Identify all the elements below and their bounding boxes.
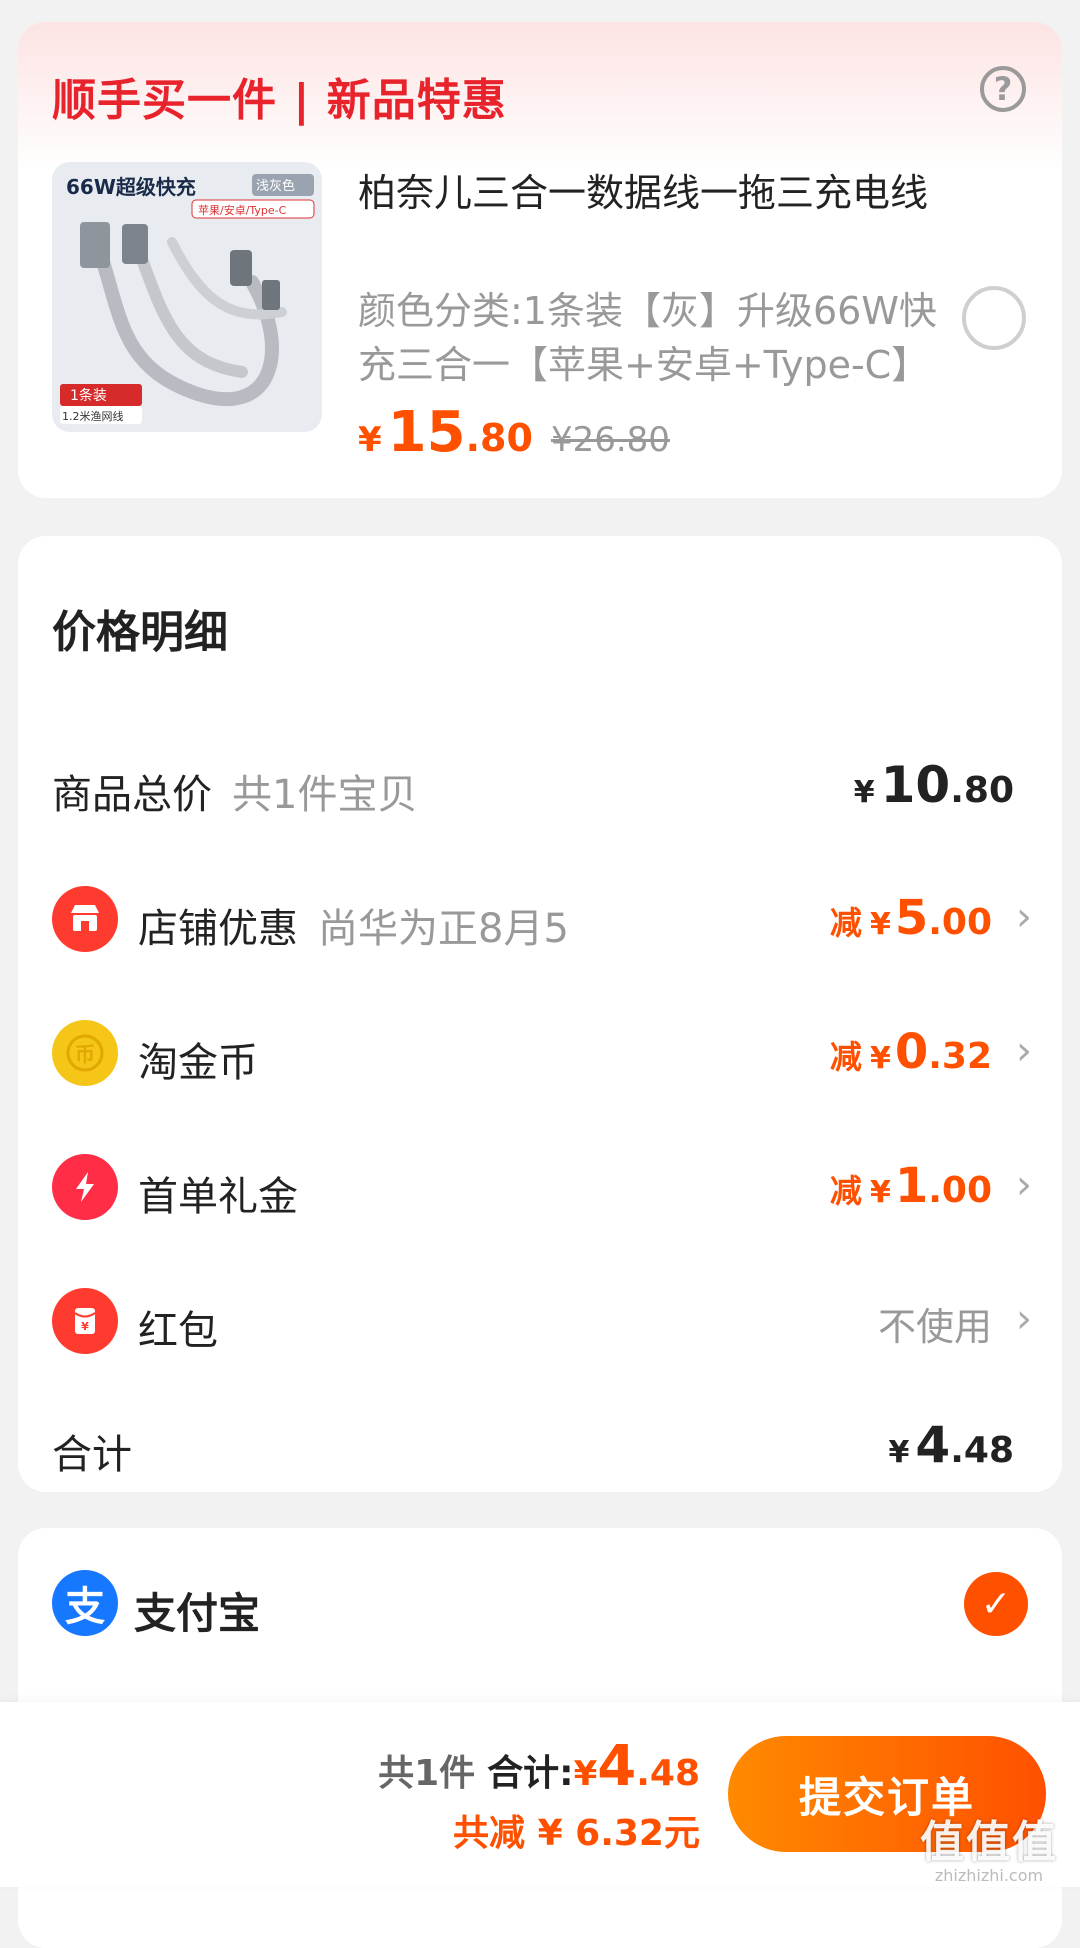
store-discount-value: 减 ¥ 5 .00 (830, 890, 992, 946)
addon-title: 顺手买一件 | 新品特惠 (52, 75, 507, 126)
sum-label: 合计 (52, 1432, 132, 1478)
first-order-dec: .00 (928, 1170, 992, 1211)
addon-select-radio[interactable] (962, 286, 1026, 350)
coins-dec: .32 (928, 1036, 992, 1077)
first-order-yen: ¥ (869, 1175, 891, 1210)
product-price: ¥ 15 .80 ¥26.80 (358, 400, 670, 465)
first-order-label: 首单礼金 (138, 1174, 298, 1220)
red-packet-icon: ¥ (52, 1288, 118, 1354)
chevron-right-icon: › (1016, 1028, 1032, 1074)
bottom-bar: 共1件 合计: ¥ 4 .48 共减 ¥ 6.32元 提交订单 (0, 1702, 1080, 1887)
chevron-right-icon: › (1016, 1162, 1032, 1208)
price-integer: 15 (387, 400, 466, 465)
coins-prefix: 减 (829, 1038, 862, 1076)
payment-selected-check-icon[interactable]: ✓ (964, 1572, 1028, 1636)
cable-illustration: 66W超级快充 浅灰色 苹果/安卓/Type-C 1条装 1.2米渔网线 (52, 162, 322, 432)
first-order-value: 减 ¥ 1 .00 (830, 1158, 992, 1214)
total-value: ¥ 10 .80 (854, 756, 1014, 814)
red-packet-label: 红包 (138, 1308, 218, 1354)
product-name[interactable]: 柏奈儿三合一数据线一拖三充电线 (358, 166, 938, 220)
coins-yen: ¥ (869, 1041, 891, 1076)
coins-label: 淘金币 (138, 1040, 258, 1086)
watermark-logo: 值值值 (920, 1817, 1058, 1868)
store-discount-yen: ¥ (869, 907, 891, 942)
total-yen: ¥ (853, 775, 875, 810)
chevron-right-icon: › (1016, 894, 1032, 940)
row-red-packet[interactable]: ¥ 红包 不使用 › (18, 1280, 1062, 1360)
details-title: 价格明细 (52, 607, 228, 658)
sum-dec: .48 (950, 1430, 1014, 1471)
bottom-sum: 共1件 合计: ¥ 4 .48 (378, 1734, 700, 1799)
bottom-count: 共1件 (378, 1753, 476, 1794)
row-coins[interactable]: 币 淘金币 减 ¥ 0 .32 › (18, 1012, 1062, 1092)
alipay-icon: 支 (52, 1570, 118, 1636)
addon-card: 顺手买一件 | 新品特惠 ? 66W超级快充 浅灰色 苹果/安卓/Type-C … (18, 22, 1062, 498)
coins-int: 0 (894, 1024, 929, 1080)
image-badge-pack: 1条装 (70, 387, 107, 404)
price-decimal: .80 (465, 416, 533, 460)
lightning-icon (52, 1154, 118, 1220)
svg-text:币: 币 (75, 1042, 95, 1066)
red-packet-value: 不使用 (878, 1296, 992, 1351)
bottom-sum-label: 合计: (487, 1753, 574, 1794)
row-sum: 合计 ¥ 4 .48 (18, 1404, 1062, 1484)
total-label: 商品总价 (52, 772, 212, 818)
svg-text:¥: ¥ (81, 1320, 89, 1333)
row-first-order[interactable]: 首单礼金 减 ¥ 1 .00 › (18, 1146, 1062, 1226)
store-discount-int: 5 (894, 890, 929, 946)
first-order-prefix: 减 (829, 1172, 862, 1210)
coins-value: 减 ¥ 0 .32 (830, 1024, 992, 1080)
image-badge-ports: 苹果/安卓/Type-C (198, 203, 287, 217)
watermark-url: zhizhizhi.com (934, 1866, 1044, 1885)
product-image[interactable]: 66W超级快充 浅灰色 苹果/安卓/Type-C 1条装 1.2米渔网线 (52, 162, 322, 432)
image-badge-title: 66W超级快充 (66, 175, 196, 199)
total-dec: .80 (950, 770, 1014, 811)
sum-yen: ¥ (888, 1435, 910, 1470)
alipay-label[interactable]: 支付宝 (134, 1580, 260, 1641)
original-price: ¥26.80 (550, 420, 670, 460)
store-discount-dec: .00 (928, 902, 992, 943)
product-spec[interactable]: 颜色分类:1条装【灰】升级66W快充三合一【苹果+安卓+Type-C】 (358, 284, 938, 392)
total-int: 10 (880, 756, 951, 814)
image-badge-length: 1.2米渔网线 (62, 409, 124, 423)
red-packet-status: 不使用 (877, 1305, 992, 1349)
store-discount-prefix: 减 (829, 904, 862, 942)
store-discount-sub: 尚华为正8月5 (318, 906, 569, 952)
row-store-discount[interactable]: 店铺优惠 尚华为正8月5 减 ¥ 5 .00 › (18, 878, 1062, 958)
bottom-sum-dec: .48 (636, 1753, 700, 1794)
sum-int: 4 (915, 1416, 951, 1474)
row-item-total: 商品总价 共1件宝贝 ¥ 10 .80 (18, 744, 1062, 824)
help-icon[interactable]: ? (980, 66, 1026, 112)
coin-icon: 币 (52, 1020, 118, 1086)
price-currency: ¥ (358, 420, 382, 460)
price-details-card: 价格明细 商品总价 共1件宝贝 ¥ 10 .80 店铺优惠 尚华为正8月5 减 ¥ … (18, 536, 1062, 1492)
sum-value: ¥ 4 .48 (889, 1416, 1014, 1474)
watermark: 值值值 zhizhizhi.com (920, 1806, 1058, 1885)
first-order-int: 1 (894, 1158, 929, 1214)
bottom-sum-yen: ¥ (573, 1754, 598, 1794)
total-sub: 共1件宝贝 (232, 772, 418, 818)
bottom-sum-int: 4 (597, 1734, 637, 1799)
store-icon (52, 886, 118, 952)
image-badge-color: 浅灰色 (256, 178, 295, 194)
store-discount-label: 店铺优惠 (138, 906, 298, 952)
chevron-right-icon: › (1016, 1296, 1032, 1342)
bottom-saved: 共减 ¥ 6.32元 (453, 1813, 700, 1854)
